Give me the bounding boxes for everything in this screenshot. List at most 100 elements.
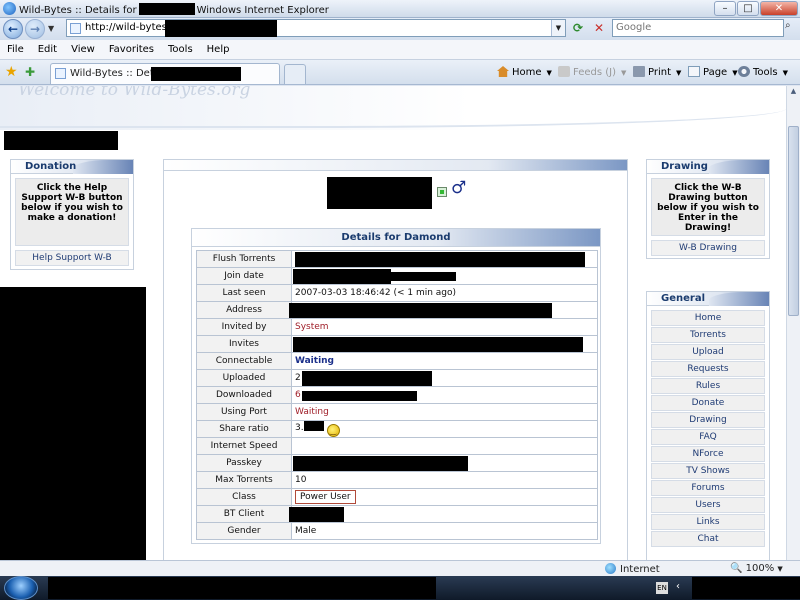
nav-requests[interactable]: Requests: [651, 361, 765, 377]
redacted-block: [293, 337, 583, 352]
menu-file[interactable]: File: [0, 40, 31, 59]
label-address: Address: [196, 301, 292, 319]
label-downloaded: Downloaded: [196, 386, 292, 404]
label-gender: Gender: [196, 522, 292, 540]
nav-chat[interactable]: Chat: [651, 531, 765, 547]
table-row: Flush Torrents: [196, 250, 598, 268]
favorites-star-icon[interactable]: ★: [5, 65, 18, 79]
menu-edit[interactable]: Edit: [31, 40, 64, 59]
banner-swoosh: [0, 96, 786, 128]
table-row: Internet Speed: [196, 437, 598, 455]
address-bar[interactable]: http://wild-bytes.org ▼: [66, 19, 566, 37]
close-button[interactable]: ✕: [760, 1, 798, 16]
nav-rules[interactable]: Rules: [651, 378, 765, 394]
label-class: Class: [196, 488, 292, 506]
nav-users[interactable]: Users: [651, 497, 765, 513]
donation-box-header: Donation: [11, 160, 133, 174]
menu-bar: File Edit View Favorites Tools Help: [0, 40, 800, 60]
print-icon: [633, 66, 645, 77]
vertical-scrollbar[interactable]: ▲: [786, 86, 800, 560]
join-date-value: [291, 267, 598, 285]
nav-tv-shows[interactable]: TV Shows: [651, 463, 765, 479]
page-viewport: Welcome to Wild-Bytes.org Donation Click…: [0, 86, 786, 560]
language-indicator[interactable]: EN: [656, 582, 668, 594]
feeds-button[interactable]: Feeds (J) ▼: [558, 66, 626, 78]
menu-view[interactable]: View: [64, 40, 102, 59]
nav-nforce[interactable]: NForce: [651, 446, 765, 462]
nav-forums[interactable]: Forums: [651, 480, 765, 496]
table-row: Invited by System: [196, 318, 598, 336]
add-favorite-icon[interactable]: ✚: [25, 65, 35, 79]
invited-by-value[interactable]: System: [291, 318, 598, 336]
redacted-block: [391, 272, 456, 281]
using-port-value: Waiting: [291, 403, 598, 421]
donation-box: Donation Click the Help Support W-B butt…: [10, 159, 134, 270]
nav-donate[interactable]: Donate: [651, 395, 765, 411]
new-tab-button[interactable]: [284, 64, 306, 84]
nav-drawing[interactable]: Drawing: [651, 412, 765, 428]
recent-pages-dropdown-icon[interactable]: ▼: [48, 24, 54, 33]
tray-expand-icon[interactable]: ‹: [676, 581, 680, 592]
stop-button[interactable]: ✕: [590, 19, 608, 37]
donation-text: Click the Help Support W-B button below …: [15, 178, 129, 246]
back-button[interactable]: ←: [3, 19, 23, 39]
downloaded-prefix: 6: [295, 390, 301, 400]
invited-by-link[interactable]: System: [295, 322, 329, 332]
nav-home[interactable]: Home: [651, 310, 765, 326]
redacted-block: [303, 421, 324, 431]
chevron-down-icon: ▼: [777, 565, 783, 573]
address-dropdown-icon[interactable]: ▼: [551, 20, 565, 36]
table-row: Class Power User: [196, 488, 598, 506]
bt-client-value: [289, 505, 598, 523]
redacted-block: [295, 252, 585, 267]
status-bar: Internet 🔍 100% ▼: [0, 560, 800, 576]
zoom-control[interactable]: 🔍 100% ▼: [730, 563, 783, 574]
page-menu-button[interactable]: Page ▼: [688, 66, 738, 78]
help-support-link[interactable]: Help Support W-B: [15, 250, 129, 266]
scrollbar-thumb[interactable]: [788, 126, 799, 316]
flush-torrents-value[interactable]: [291, 250, 598, 268]
nav-faq[interactable]: FAQ: [651, 429, 765, 445]
wb-drawing-link[interactable]: W-B Drawing: [651, 240, 765, 256]
label-flush-torrents: Flush Torrents: [196, 250, 292, 268]
forward-button[interactable]: →: [25, 19, 45, 39]
table-row: Connectable Waiting: [196, 352, 598, 370]
general-nav-box: General Home Torrents Upload Requests Ru…: [646, 291, 770, 560]
redacted-block: [293, 269, 391, 284]
menu-help[interactable]: Help: [200, 40, 237, 59]
tab-current[interactable]: Wild-Bytes :: Details for: [50, 63, 280, 84]
menu-favorites[interactable]: Favorites: [102, 40, 161, 59]
print-button[interactable]: Print ▼: [633, 66, 681, 78]
table-row: Downloaded 6: [196, 386, 598, 404]
general-nav-header: General: [647, 292, 769, 306]
refresh-button[interactable]: ⟳: [569, 19, 587, 37]
redacted-block: [293, 456, 468, 471]
nav-links[interactable]: Links: [651, 514, 765, 530]
downloaded-value: 6: [291, 386, 598, 404]
label-invited-by: Invited by: [196, 318, 292, 336]
chevron-down-icon: ▼: [546, 69, 552, 77]
chevron-down-icon: ▼: [732, 69, 738, 77]
user-details: Details for Damond Flush Torrents Join d…: [191, 228, 601, 544]
nav-upload[interactable]: Upload: [651, 344, 765, 360]
minimize-button[interactable]: –: [714, 1, 736, 16]
redacted-block: [4, 131, 118, 150]
tools-menu-button[interactable]: Tools ▼: [738, 66, 788, 78]
zoom-icon: 🔍: [730, 563, 743, 574]
online-status-icon: [437, 187, 447, 197]
search-icon[interactable]: ⌕: [785, 20, 791, 31]
scroll-up-icon[interactable]: ▲: [788, 87, 799, 99]
home-button[interactable]: Home ▼: [497, 66, 552, 78]
redacted-block: [692, 577, 800, 599]
start-button[interactable]: [4, 576, 38, 600]
label-internet-speed: Internet Speed: [196, 437, 292, 455]
maximize-button[interactable]: □: [737, 1, 759, 16]
table-row: Uploaded 2: [196, 369, 598, 387]
class-value: Power User: [291, 488, 598, 506]
nav-torrents[interactable]: Torrents: [651, 327, 765, 343]
gender-value: Male: [291, 522, 598, 540]
redacted-block: [48, 577, 436, 599]
menu-tools[interactable]: Tools: [161, 40, 200, 59]
search-input[interactable]: [613, 20, 753, 35]
search-box[interactable]: [612, 19, 784, 37]
